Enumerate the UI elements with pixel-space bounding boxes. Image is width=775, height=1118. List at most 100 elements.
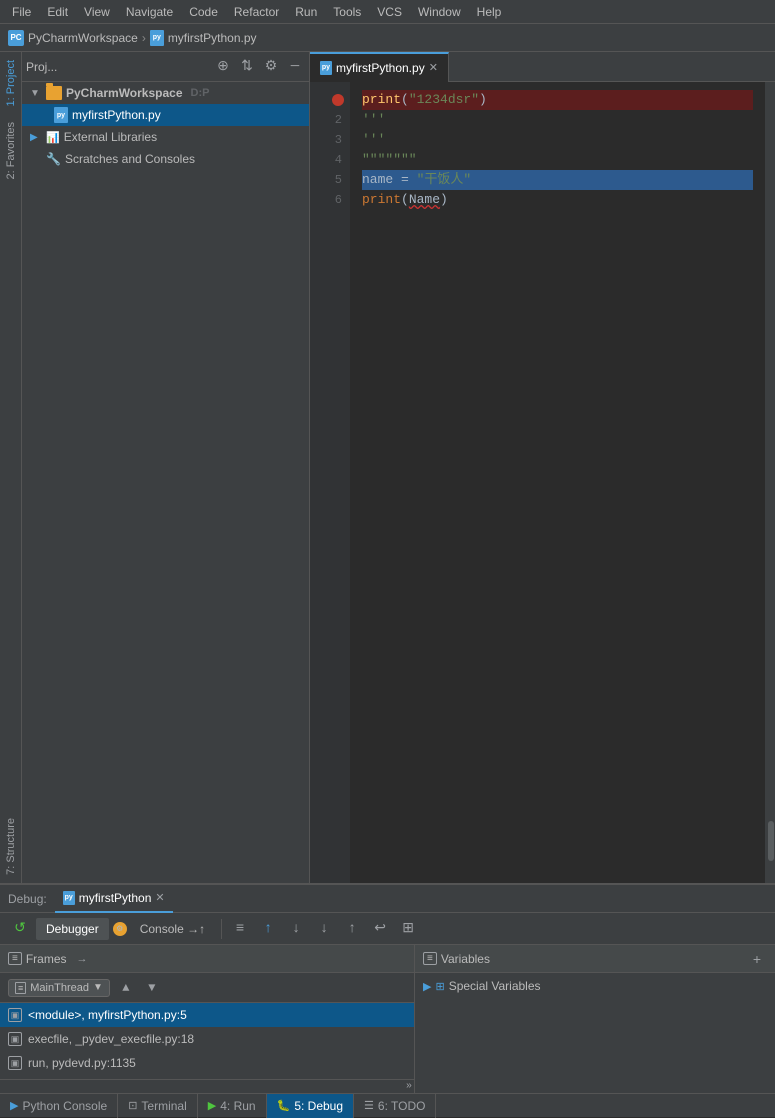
tab-close-button[interactable]: ✕ [429,61,438,74]
status-todo[interactable]: ☰ 6: TODO [354,1094,436,1118]
scratches-label: Scratches and Consoles [65,152,195,166]
scroll-right-icon: » [406,1081,412,1092]
line-num-4: 4 [310,150,342,170]
frame-icon-0: ▣ [8,1008,22,1022]
special-variables-item[interactable]: ▶ ⊞ Special Variables [415,973,775,999]
python-console-label: Python Console [22,1099,107,1113]
menu-view[interactable]: View [76,3,118,21]
step-into-button[interactable]: ↓ [284,917,308,941]
line-num-6: 6 [310,190,342,210]
status-debug[interactable]: 🐛 5: Debug [267,1094,354,1118]
step-out-button[interactable]: ↑ [340,917,364,941]
thread-up-button[interactable]: ▲ [116,978,136,998]
breadcrumb-separator: › [142,31,146,45]
code-line-1[interactable]: print("1234dsr") [362,90,753,110]
console-tab-button[interactable]: Console →↑ [130,918,215,940]
code-content[interactable]: print("1234dsr") ''' ''' """"""" name = … [350,82,765,883]
thread-icon: ≡ [15,982,26,994]
special-var-arrow: ▶ [423,980,431,993]
add-content-button[interactable]: ⊕ [213,57,233,77]
status-run[interactable]: ▶ 4: Run [198,1094,267,1118]
tree-arrow-root: ▼ [30,88,42,99]
show-execution-point-button[interactable]: ≡ [228,917,252,941]
code-line-2[interactable]: ''' [362,110,753,130]
step-into-my-code-button[interactable]: ↓ [312,917,336,941]
code-line-3[interactable]: ''' [362,130,753,150]
debug-toolbar: ↺ Debugger ⚙ Console →↑ ≡ ↑ ↓ ↓ ↑ ↩ ⊞ [0,913,775,945]
editor-tab-myfirstpython[interactable]: py myfirstPython.py ✕ [310,52,449,82]
breakpoint-1[interactable] [332,94,344,106]
menu-navigate[interactable]: Navigate [118,3,181,21]
code-equals: = [393,170,416,190]
debug-tab-myfirstpython[interactable]: py myfirstPython ✕ [55,885,173,913]
menu-vcs[interactable]: VCS [369,3,410,21]
tab-project[interactable]: 1: Project [2,52,20,114]
special-var-icon: ⊞ [435,980,444,993]
status-python-console[interactable]: ▶ Python Console [0,1094,118,1118]
ext-libraries-label: External Libraries [64,130,157,144]
title-bar: PC PyCharmWorkspace › py myfirstPython.p… [0,24,775,52]
editor-scrollbar[interactable] [765,82,775,883]
add-variable-button[interactable]: + [747,949,767,969]
tree-file-myfirstpython[interactable]: py myfirstPython.py [22,104,309,126]
settings-button[interactable]: ⚙ [261,57,281,77]
tab-structure[interactable]: 7: Structure [2,810,20,883]
debug-tab-label: myfirstPython [79,891,152,905]
run-label: 4: Run [220,1099,255,1113]
run-to-cursor-button[interactable]: ↩ [368,917,392,941]
status-terminal[interactable]: ⊡ Terminal [118,1094,198,1118]
code-line-5[interactable]: name = "干饭人" [362,170,753,190]
code-line-4[interactable]: """"""" [362,150,753,170]
frames-list: ▣ <module>, myfirstPython.py:5 ▣ execfil… [0,1003,414,1079]
menu-bar: File Edit View Navigate Code Refactor Ru… [0,0,775,24]
debug-label: Debug: [8,892,47,906]
thread-dropdown[interactable]: ≡ MainThread ▼ [8,979,110,997]
debug-tab-close[interactable]: ✕ [155,891,164,904]
thread-down-button[interactable]: ▼ [142,978,162,998]
variables-header: ≡ Variables + [415,945,775,973]
special-variables-label: Special Variables [449,979,541,993]
tab-favorites[interactable]: 2: Favorites [2,114,20,187]
resume-button[interactable]: ↺ [8,917,32,941]
debug-status-label: 5: Debug [294,1099,343,1113]
frame-label-2: run, pydevd.py:1135 [28,1056,136,1070]
frame-item-2[interactable]: ▣ run, pydevd.py:1135 [0,1051,414,1075]
menu-help[interactable]: Help [469,3,510,21]
sidebar-toolbar: Proj... ⊕ ⇅ ⚙ ─ [22,52,309,82]
scroll-from-source-button[interactable]: ⇅ [237,57,257,77]
evaluate-expression-button[interactable]: ⊞ [396,917,420,941]
file-name: myfirstPython.py [72,108,161,122]
project-label: Proj... [26,60,209,74]
tab-filename: myfirstPython.py [336,61,425,75]
code-name-var: Name [409,190,440,210]
ext-lib-icon-group: 📊 [46,131,60,144]
debugger-tab-button[interactable]: Debugger [36,918,109,940]
frames-header-icon: ≡ [8,952,22,965]
tree-workspace-root[interactable]: ▼ PyCharmWorkspace D:P [22,82,309,104]
menu-edit[interactable]: Edit [39,3,76,21]
frame-item-1[interactable]: ▣ execfile, _pydev_execfile.py:18 [0,1027,414,1051]
breadcrumb-workspace[interactable]: PyCharmWorkspace [28,31,138,45]
menu-file[interactable]: File [4,3,39,21]
variables-header-icon: ≡ [423,952,437,965]
menu-refactor[interactable]: Refactor [226,3,287,21]
menu-run[interactable]: Run [287,3,325,21]
thread-selector: ≡ MainThread ▼ ▲ ▼ [0,973,414,1003]
code-cn-string: "干饭人" [417,170,472,190]
step-over-button[interactable]: ↑ [256,917,280,941]
menu-window[interactable]: Window [410,3,469,21]
py-file-icon: py [54,107,68,123]
tree-scratches-consoles[interactable]: 🔧 Scratches and Consoles [22,148,309,170]
terminal-icon: ⊡ [128,1099,137,1112]
debug-tabs-bar: Debug: py myfirstPython ✕ [0,885,775,913]
folder-icon-workspace [46,86,62,100]
menu-code[interactable]: Code [181,3,226,21]
tree-external-libraries[interactable]: ▶ 📊 External Libraries [22,126,309,148]
breadcrumb-filename[interactable]: myfirstPython.py [168,31,257,45]
code-editor[interactable]: 1 2 3 4 5 6 print("1234dsr") ''' [310,82,775,883]
status-bar: ▶ Python Console ⊡ Terminal ▶ 4: Run 🐛 5… [0,1093,775,1117]
menu-tools[interactable]: Tools [325,3,369,21]
frame-item-0[interactable]: ▣ <module>, myfirstPython.py:5 [0,1003,414,1027]
code-line-6[interactable]: print(Name) [362,190,753,210]
minimize-button[interactable]: ─ [285,57,305,77]
